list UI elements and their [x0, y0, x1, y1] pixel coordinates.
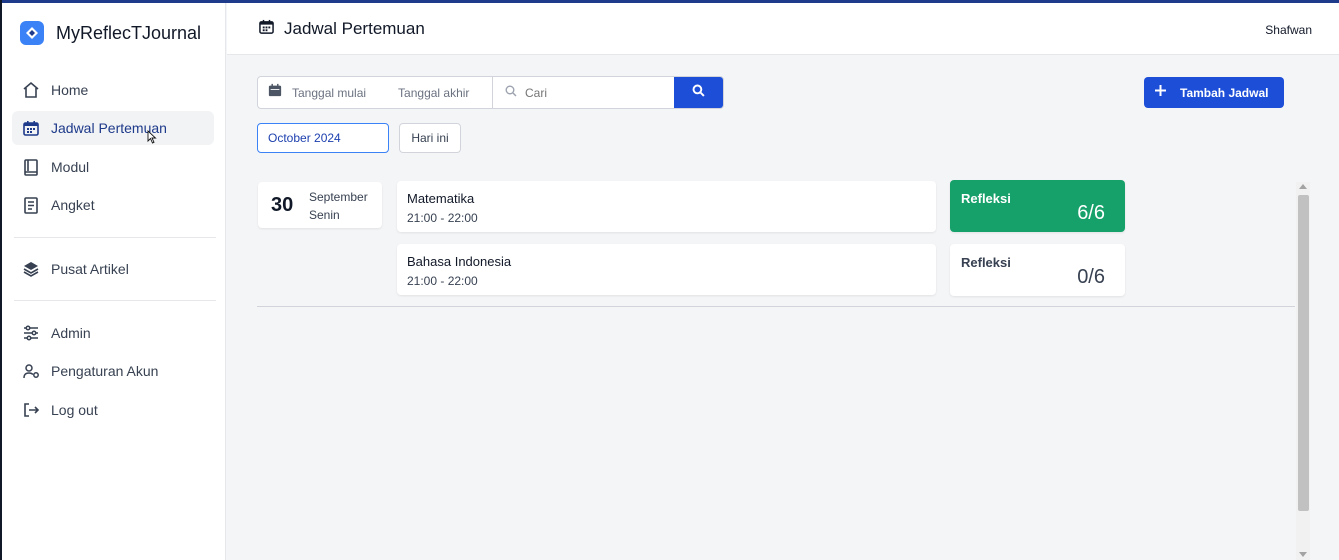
date-range-picker[interactable]: Tanggal mulai Tanggal akhir	[258, 77, 493, 108]
sliders-icon	[22, 324, 40, 342]
user-name[interactable]: Shafwan	[1265, 23, 1312, 37]
page-title: Jadwal Pertemuan	[259, 19, 425, 39]
today-button[interactable]: Hari ini	[399, 123, 461, 153]
add-schedule-label: Tambah Jadwal	[1180, 85, 1269, 100]
lesson-time: 21:00 - 22:00	[407, 274, 478, 288]
schedule-date: 30 September Senin	[258, 182, 382, 228]
month-picker[interactable]: October 2024	[257, 123, 389, 153]
brand[interactable]: MyReflecTJournal	[20, 21, 201, 45]
add-schedule-button[interactable]: Tambah Jadwal	[1144, 77, 1284, 108]
search-field	[493, 77, 674, 108]
schedule-divider	[257, 306, 1295, 307]
search-button[interactable]	[674, 77, 723, 108]
sidebar-item-label: Home	[51, 82, 89, 98]
sidebar-item-angket[interactable]: Angket	[12, 188, 214, 222]
sidebar-item-admin[interactable]: Admin	[12, 316, 214, 350]
reflection-card[interactable]: Refleksi 6/6	[950, 180, 1125, 232]
start-date-field[interactable]: Tanggal mulai	[292, 86, 366, 100]
calendar-icon	[268, 83, 282, 102]
reflection-count: 0/6	[1077, 266, 1105, 288]
reflection-label: Refleksi	[961, 191, 1011, 206]
brand-logo-icon	[20, 21, 44, 45]
search-input[interactable]	[524, 85, 665, 100]
reflection-label: Refleksi	[961, 255, 1011, 270]
sidebar-item-pengaturan-akun[interactable]: Pengaturan Akun	[12, 354, 214, 388]
home-icon	[22, 81, 40, 99]
sidebar-item-modul[interactable]: Modul	[12, 150, 214, 184]
scroll-up-arrow-icon[interactable]	[1299, 184, 1307, 189]
lesson-card[interactable]: Bahasa Indonesia 21:00 - 22:00	[397, 244, 936, 295]
sidebar-item-label: Log out	[51, 402, 98, 418]
layers-icon	[22, 260, 40, 278]
reflection-count: 6/6	[1077, 202, 1105, 224]
scroll-down-arrow-icon[interactable]	[1299, 552, 1307, 557]
search-icon	[692, 84, 705, 102]
calendar-icon	[22, 119, 40, 137]
sidebar-item-label: Modul	[51, 159, 90, 175]
date-month: September	[309, 190, 368, 204]
sidebar-divider	[14, 237, 216, 238]
end-date-field[interactable]: Tanggal akhir	[398, 86, 469, 100]
page-title-text: Jadwal Pertemuan	[284, 19, 425, 38]
app-window: MyReflecTJournal Home Jadwal Pertemuan M…	[0, 0, 1339, 560]
sidebar-item-jadwal-pertemuan[interactable]: Jadwal Pertemuan	[12, 111, 214, 145]
brand-name: MyReflecTJournal	[56, 22, 202, 43]
calendar-icon	[259, 19, 274, 39]
sidebar-divider	[14, 300, 216, 301]
lesson-time: 21:00 - 22:00	[407, 211, 478, 225]
scrollbar-thumb[interactable]	[1298, 195, 1309, 511]
sidebar-item-label: Angket	[51, 197, 95, 213]
sidebar-item-pusat-artikel[interactable]: Pusat Artikel	[12, 252, 214, 286]
date-weekday: Senin	[309, 208, 340, 222]
survey-icon	[22, 196, 40, 214]
sidebar-item-label: Admin	[51, 325, 91, 341]
reflection-card[interactable]: Refleksi 0/6	[950, 244, 1125, 296]
user-settings-icon	[22, 362, 40, 380]
search-icon	[505, 84, 517, 102]
mouse-cursor-icon	[147, 129, 157, 149]
lesson-subject: Bahasa Indonesia	[407, 254, 512, 269]
date-day: 30	[271, 194, 294, 216]
lesson-card[interactable]: Matematika 21:00 - 22:00	[397, 181, 936, 232]
logout-icon	[22, 401, 40, 419]
book-icon	[22, 158, 40, 176]
sidebar-item-label: Pengaturan Akun	[51, 363, 159, 379]
sidebar: MyReflecTJournal Home Jadwal Pertemuan M…	[2, 3, 226, 560]
sidebar-item-label: Pusat Artikel	[51, 261, 129, 277]
lesson-subject: Matematika	[407, 191, 475, 206]
plus-icon	[1154, 84, 1167, 102]
filter-bar: Tanggal mulai Tanggal akhir	[257, 76, 724, 109]
sidebar-item-log-out[interactable]: Log out	[12, 393, 214, 427]
sidebar-item-home[interactable]: Home	[12, 73, 214, 107]
top-header: Jadwal Pertemuan Shafwan	[227, 3, 1339, 55]
